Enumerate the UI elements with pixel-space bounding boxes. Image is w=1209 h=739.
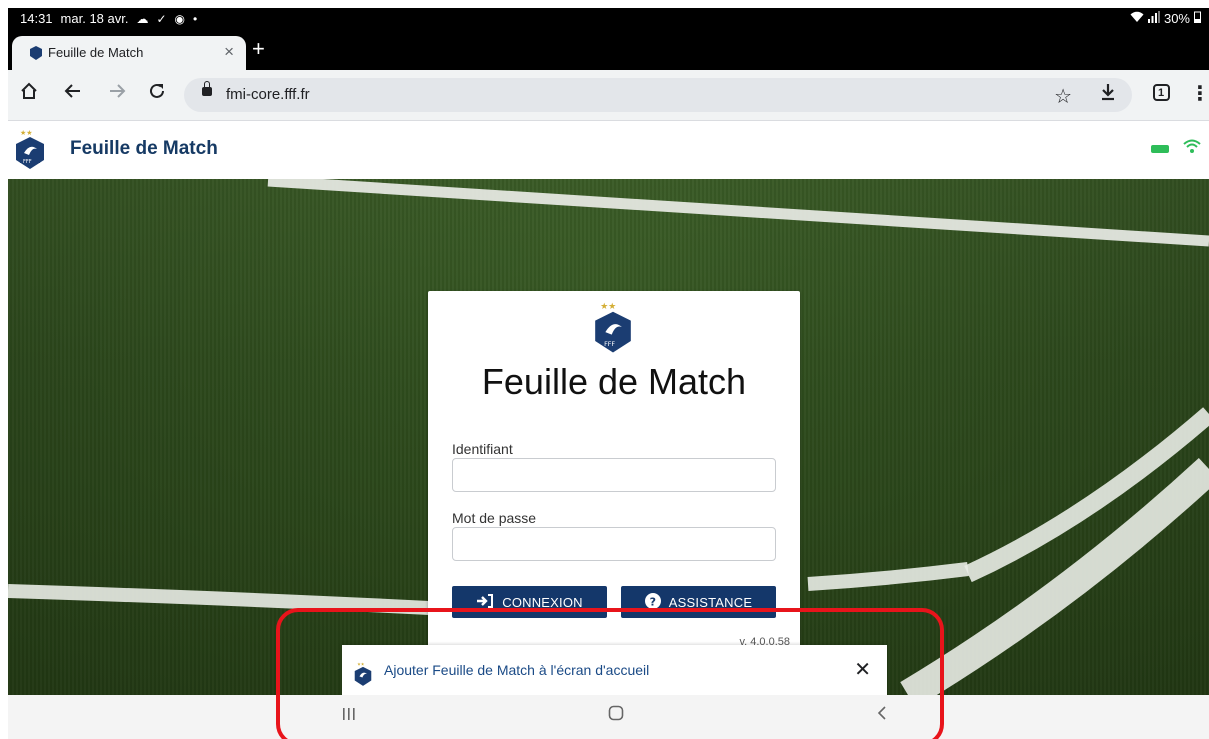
tab-title: Feuille de Match <box>48 45 144 60</box>
assistance-button[interactable]: ? ASSISTANCE <box>621 586 776 618</box>
new-tab-button[interactable]: + <box>252 36 265 62</box>
close-icon[interactable]: ✕ <box>854 657 871 682</box>
password-label: Mot de passe <box>452 510 537 526</box>
assistance-label: ASSISTANCE <box>668 594 753 610</box>
site-header: ★★ FFF Feuille de Match <box>8 121 1209 179</box>
add-to-home-text[interactable]: Ajouter Feuille de Match à l'écran d'acc… <box>384 662 649 678</box>
svg-text:?: ? <box>649 595 656 608</box>
device-screen: 14:31 mar. 18 avr. ☁ ✓ ◉ • 30% Feuille d… <box>8 8 1209 739</box>
status-bar: 14:31 mar. 18 avr. ☁ ✓ ◉ • 30% <box>8 8 1209 30</box>
identifiant-label: Identifiant <box>452 441 513 457</box>
tab-count: 1 <box>1158 87 1165 99</box>
fff-favicon-icon: ★★ <box>352 661 374 692</box>
site-title: Feuille de Match <box>70 138 218 159</box>
home-icon[interactable] <box>20 82 38 106</box>
check-download-icon: ✓ <box>156 11 167 26</box>
lock-icon[interactable] <box>202 81 212 96</box>
identifiant-input[interactable] <box>452 458 776 492</box>
fff-logo-icon: ★★ FFF <box>14 127 46 176</box>
tab-strip: Feuille de Match × + <box>8 30 1209 70</box>
url-text[interactable]: fmi-core.fff.fr <box>226 86 310 103</box>
fff-logo-icon: ★★ FFF <box>591 299 635 360</box>
svg-text:★★: ★★ <box>600 301 616 311</box>
cloud-icon: ☁ <box>136 11 149 26</box>
battery-icon <box>1194 11 1201 26</box>
status-time: 14:31 <box>20 11 53 26</box>
address-bar[interactable]: fmi-core.fff.fr ☆ <box>184 78 1132 112</box>
password-input[interactable] <box>452 527 776 561</box>
recent-apps-icon[interactable] <box>342 705 356 726</box>
tab-close-icon[interactable]: × <box>224 42 234 62</box>
reload-icon[interactable] <box>148 82 166 106</box>
dot-icon: • <box>193 11 198 26</box>
download-icon[interactable] <box>1100 82 1116 108</box>
sign-in-icon <box>476 593 494 611</box>
home-nav-icon[interactable] <box>608 705 624 726</box>
wifi-status-icon <box>1130 11 1144 26</box>
signal-icon <box>1147 11 1160 26</box>
status-date: mar. 18 avr. <box>60 11 129 26</box>
svg-text:FFF: FFF <box>23 159 32 165</box>
login-heading: Feuille de Match <box>481 361 747 402</box>
connexion-label: CONNEXION <box>502 594 583 610</box>
bookmark-star-icon[interactable]: ☆ <box>1054 84 1072 109</box>
system-nav-bar <box>8 695 1209 739</box>
wifi-status-icon <box>1183 137 1201 160</box>
svg-text:★★: ★★ <box>20 129 33 137</box>
more-vert-icon[interactable]: ⋮ <box>1190 82 1209 106</box>
svg-text:★★: ★★ <box>357 662 365 667</box>
back-arrow-icon[interactable] <box>64 82 82 106</box>
add-to-home-banner[interactable]: ★★ Ajouter Feuille de Match à l'écran d'… <box>342 645 887 695</box>
forward-arrow-icon[interactable] <box>108 82 126 106</box>
connexion-button[interactable]: CONNEXION <box>452 586 607 618</box>
svg-text:FFF: FFF <box>604 341 615 348</box>
question-circle-icon: ? <box>644 592 661 612</box>
back-nav-icon[interactable] <box>876 705 888 726</box>
browser-tab[interactable]: Feuille de Match × <box>12 36 246 70</box>
browser-toolbar: fmi-core.fff.fr ☆ 1 ⋮ <box>8 70 1209 121</box>
battery-percent: 30% <box>1163 11 1190 26</box>
login-card: ★★ FFF Feuille de Match Identifiant Mot … <box>428 291 800 691</box>
battery-status-icon <box>1151 145 1169 153</box>
chrome-icon: ◉ <box>174 11 186 26</box>
fff-favicon-icon <box>30 46 42 60</box>
